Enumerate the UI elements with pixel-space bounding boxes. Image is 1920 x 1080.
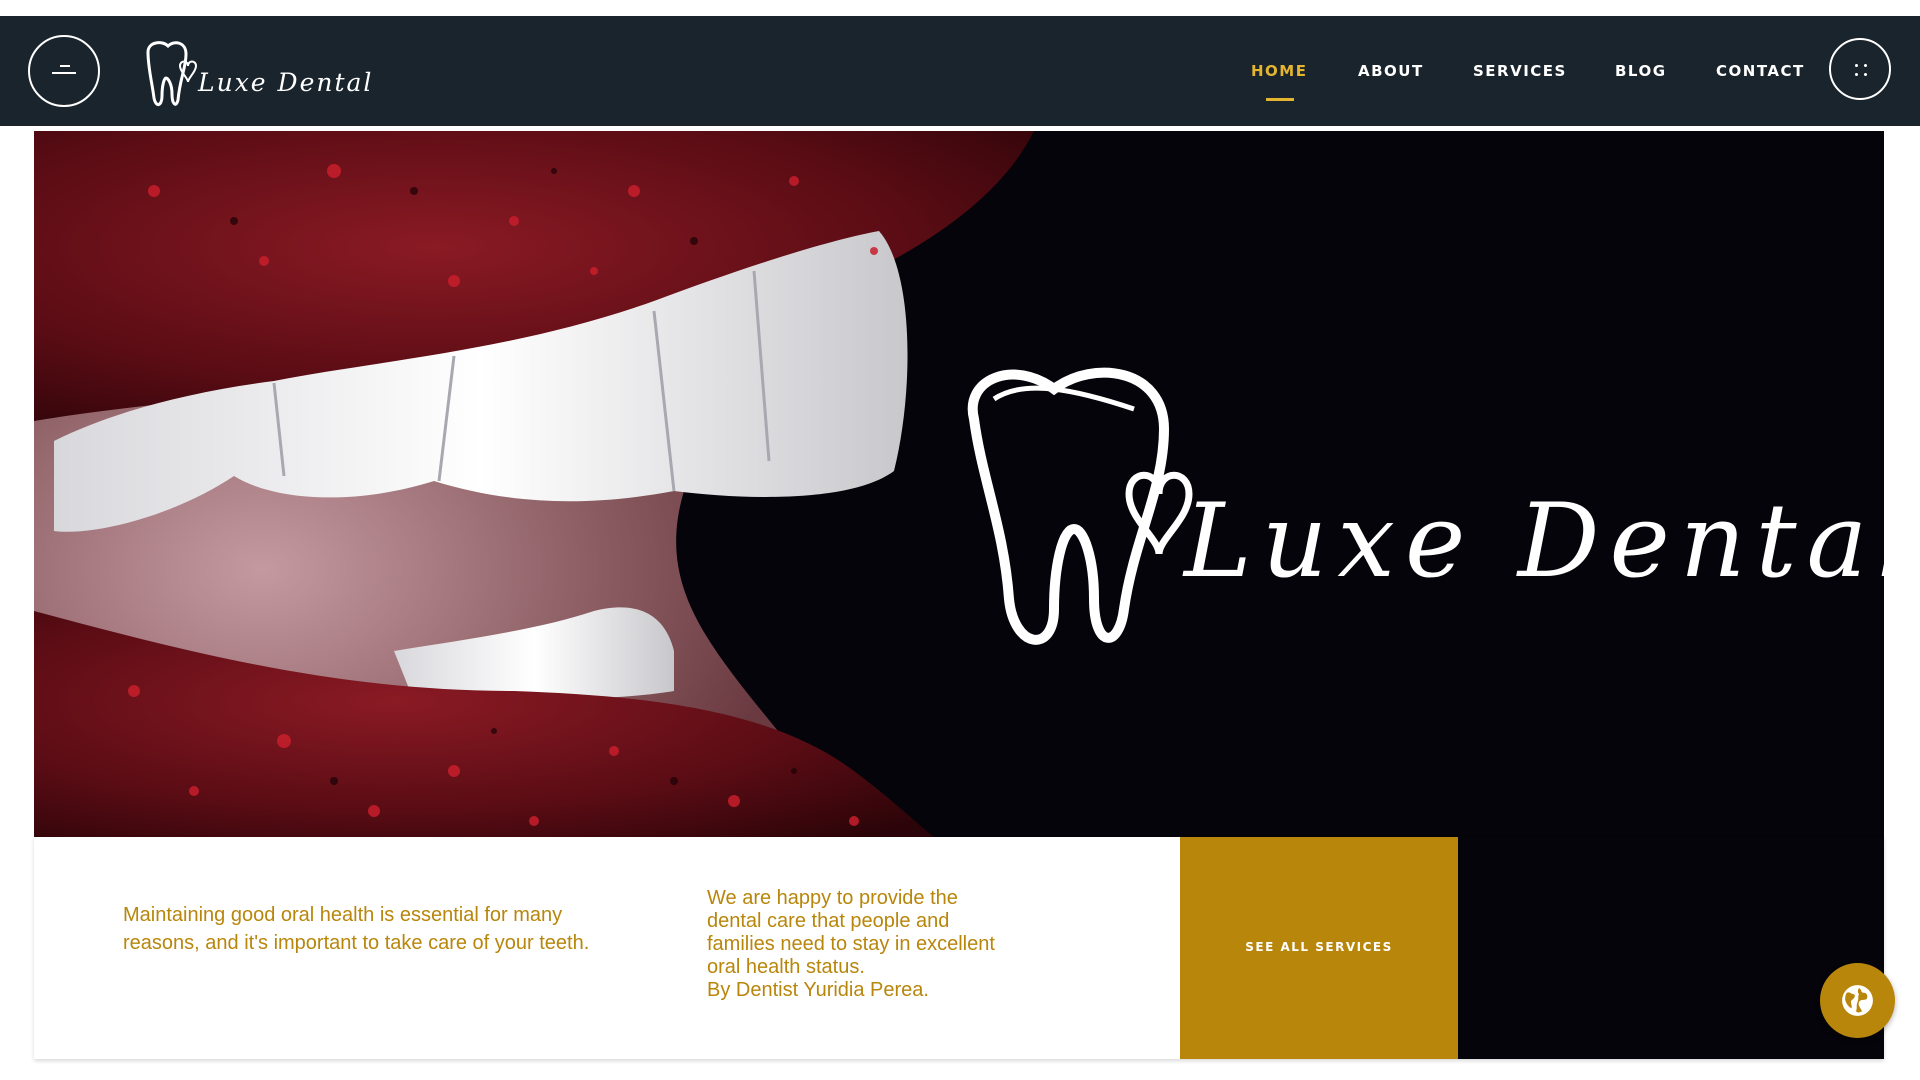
menu-button[interactable] bbox=[28, 35, 100, 107]
hero-banner: Luxe Dental bbox=[34, 131, 1884, 837]
top-strip bbox=[0, 0, 1920, 16]
intro-text-left: Maintaining good oral health is essentia… bbox=[123, 904, 590, 954]
site-header: Luxe Dental HOME ABOUT SERVICES BLOG CON… bbox=[0, 16, 1920, 126]
intro-text-line: We are happy to provide the bbox=[707, 887, 958, 909]
band-dark-panel bbox=[1458, 837, 1884, 1059]
hero-brand-text: Luxe Dental bbox=[1184, 482, 1884, 601]
nav-contact[interactable]: CONTACT bbox=[1716, 62, 1805, 80]
menu-icon-bar bbox=[52, 72, 76, 74]
intro-band: Maintaining good oral health is essentia… bbox=[34, 837, 1884, 1059]
dots-grid-button[interactable] bbox=[1829, 38, 1891, 100]
intro-text-right: We are happy to provide the dental care … bbox=[707, 887, 1067, 1002]
globe-icon bbox=[1842, 985, 1873, 1016]
language-button[interactable] bbox=[1820, 963, 1895, 1038]
nav-home[interactable]: HOME bbox=[1251, 62, 1307, 80]
intro-text-line: families need to stay in excellent bbox=[707, 933, 995, 955]
nav-blog[interactable]: BLOG bbox=[1615, 62, 1667, 80]
menu-icon bbox=[60, 65, 70, 67]
tooth-logo-icon bbox=[146, 41, 198, 106]
header-brand-text: Luxe Dental bbox=[198, 68, 374, 97]
see-all-services-label: SEE ALL SERVICES bbox=[1245, 940, 1393, 954]
nav-services[interactable]: SERVICES bbox=[1473, 62, 1567, 80]
see-all-services-button[interactable]: SEE ALL SERVICES bbox=[1180, 837, 1458, 1059]
nav-about[interactable]: ABOUT bbox=[1358, 62, 1424, 80]
intro-text-line: oral health status. bbox=[707, 956, 865, 978]
header-logo[interactable]: Luxe Dental bbox=[140, 38, 371, 110]
nav-active-indicator bbox=[1266, 98, 1294, 101]
intro-text-line: By Dentist Yuridia Perea. bbox=[707, 979, 929, 1001]
intro-text-line: dental care that people and bbox=[707, 910, 950, 932]
